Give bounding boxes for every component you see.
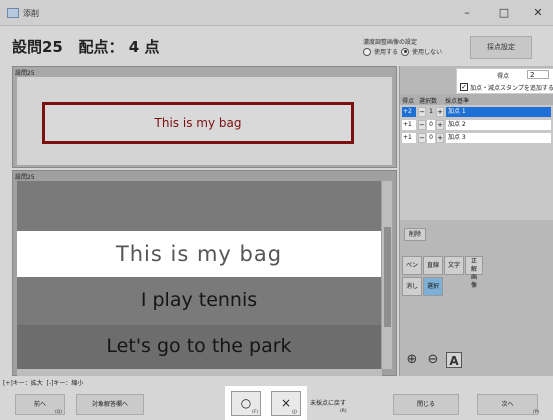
response-text: I play tennis <box>140 289 258 311</box>
prev-key: (Q) <box>55 410 63 415</box>
answer-box[interactable]: This is my bag <box>42 102 354 144</box>
criteria-name: 加点 3 <box>446 133 551 143</box>
scoring-panel: 得点 2 ✓ 加点・減点スタンプを追加する 得点 選択数 採点基準 +2 − 1… <box>399 66 553 376</box>
points-value: 4 点 <box>128 38 160 56</box>
main-answer-image-tool[interactable]: 正解画像 <box>465 256 484 289</box>
criteria-count: 0 <box>427 133 435 143</box>
increment-button[interactable]: + <box>436 107 444 117</box>
criteria-points: +2 <box>402 107 416 117</box>
criteria-points: +1 <box>402 133 416 143</box>
radio-not-use[interactable] <box>401 47 410 56</box>
cross-mark-icon: × <box>280 396 292 410</box>
radio-not-use-label: 使用しない <box>412 49 443 56</box>
response-strip-current[interactable]: This is my bag <box>17 231 381 277</box>
response-strip[interactable] <box>17 181 381 231</box>
prev-label: 前へ <box>33 401 46 408</box>
radio-use-label: 使用する <box>374 49 399 56</box>
question-name: 設問25 <box>12 38 63 56</box>
window-title: 添削 <box>23 9 39 18</box>
unmark-key: (R) <box>340 409 347 414</box>
cross-key: (J) <box>292 410 297 415</box>
criteria-count: 0 <box>427 120 435 130</box>
grading-window: 添削 – □ ✕ 設問25 配点： 4 点 濃度調整画像の設定 使用する 使用し… <box>0 0 553 420</box>
points-label: 配点： <box>78 38 124 56</box>
next-key: (P) <box>533 410 540 415</box>
decrement-button[interactable]: − <box>418 133 426 143</box>
responses-panel-label: 設問25 <box>15 174 35 181</box>
column-header: 採点基準 <box>445 98 470 105</box>
tool-row-draw: ペン 直線 文字 正解画像 <box>402 256 484 289</box>
next-button[interactable]: 次へ <box>477 394 538 415</box>
response-text: Let's go to the park <box>106 335 292 357</box>
page-title: 設問25 配点： 4 点 <box>12 36 159 57</box>
response-strip[interactable]: I play tennis <box>17 277 381 325</box>
column-header: 選択数 <box>419 98 438 105</box>
criteria-name: 加点 1 <box>446 107 551 117</box>
zoom-out-icon[interactable]: ⊖ <box>425 352 441 368</box>
stamp-checkbox[interactable]: ✓ <box>460 83 468 91</box>
app-icon <box>7 8 19 18</box>
criteria-row[interactable]: +2 − 1 + 加点 1 <box>400 106 553 118</box>
column-header: 得点 <box>402 98 415 105</box>
answer-panel: 設問25 This is my bag <box>12 66 397 168</box>
response-strip[interactable]: Let's go to the park <box>17 325 381 369</box>
circle-key: (F) <box>252 410 259 415</box>
increment-button[interactable]: + <box>436 120 444 130</box>
close-window-button[interactable]: ✕ <box>527 5 549 21</box>
select-tool[interactable]: 選択 <box>423 277 444 296</box>
mark-buttons: ○ (F) × (J) <box>225 386 307 420</box>
criteria-table: 得点 選択数 採点基準 +2 − 1 + 加点 1 +1 − 0 + 加点 2 … <box>400 94 553 220</box>
increment-button[interactable]: + <box>436 133 444 143</box>
tool-row-edit: 消し 選択 <box>402 277 444 296</box>
line-tool[interactable]: 直線 <box>423 256 444 275</box>
unmark-button[interactable]: 未採点に戻す (R) <box>310 398 347 414</box>
radio-use[interactable] <box>363 47 371 56</box>
unmark-label: 未採点に戻す <box>310 400 347 407</box>
zoom-controls: ⊕ ⊖ A <box>404 352 462 368</box>
text-size-icon[interactable]: A <box>446 352 462 368</box>
criteria-row[interactable]: +1 − 0 + 加点 3 <box>400 132 553 144</box>
close-button[interactable]: 閉じる <box>393 394 459 415</box>
title-bar: 添削 – □ ✕ <box>0 0 553 26</box>
score-label: 得点 <box>497 73 510 80</box>
vertical-scroll-thumb[interactable] <box>384 227 391 327</box>
responses-panel: 設問25 This is my bag I play tennis Let's … <box>12 170 397 376</box>
text-tool[interactable]: 文字 <box>444 256 465 275</box>
score-card: 得点 2 ✓ 加点・減点スタンプを追加する <box>456 68 553 94</box>
target-answer-button[interactable]: 対象解答欄へ <box>76 394 144 415</box>
zoom-in-icon[interactable]: ⊕ <box>404 352 420 368</box>
minimize-button[interactable]: – <box>456 5 478 21</box>
decrement-button[interactable]: − <box>418 120 426 130</box>
answer-panel-label: 設問25 <box>15 70 35 77</box>
circle-mark-icon: ○ <box>240 396 252 410</box>
score-value: 2 <box>527 70 549 79</box>
answer-area: This is my bag <box>17 77 392 165</box>
criteria-name: 加点 2 <box>446 120 551 130</box>
header: 設問25 配点： 4 点 濃度調整画像の設定 使用する 使用しない 採点設定 <box>0 26 553 66</box>
density-radio-group: 使用する 使用しない <box>363 47 442 56</box>
stamp-checkbox-label: 加点・減点スタンプを追加する <box>470 85 553 92</box>
decrement-button[interactable]: − <box>418 107 426 117</box>
delete-button[interactable]: 削除 <box>404 228 426 241</box>
criteria-row[interactable]: +1 − 0 + 加点 2 <box>400 119 553 131</box>
erase-tool[interactable]: 消し <box>402 277 423 296</box>
horizontal-scrollbar[interactable] <box>17 369 382 376</box>
response-text: This is my bag <box>115 242 283 266</box>
maximize-button[interactable]: □ <box>493 5 515 21</box>
criteria-count: 1 <box>429 108 433 115</box>
next-label: 次へ <box>501 401 514 408</box>
grading-settings-button[interactable]: 採点設定 <box>470 36 532 59</box>
pen-tool[interactable]: ペン <box>402 256 423 275</box>
criteria-points: +1 <box>402 120 416 130</box>
density-setting-label: 濃度調整画像の設定 <box>363 39 418 46</box>
criteria-table-header: 得点 選択数 採点基準 <box>400 94 553 105</box>
